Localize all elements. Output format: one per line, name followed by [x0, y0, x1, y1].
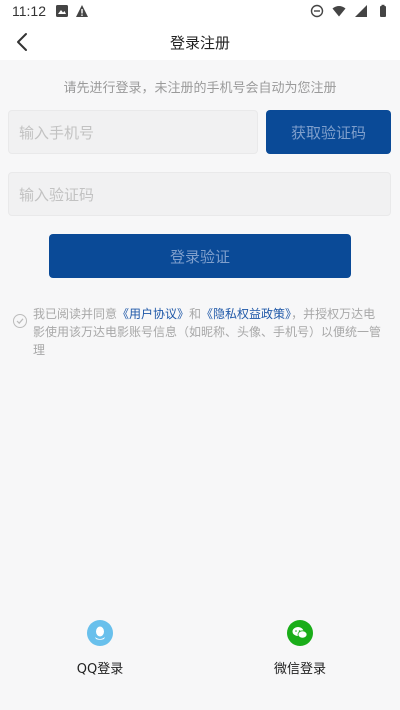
agreement-and: 和	[189, 307, 202, 321]
register-hint: 请先进行登录，未注册的手机号会自动为您注册	[63, 81, 337, 96]
battery-icon	[380, 4, 386, 17]
wifi-icon	[332, 6, 346, 17]
wechat-login-button[interactable]: 微信登录	[250, 620, 350, 677]
user-agreement-link[interactable]: 《用户协议》	[117, 307, 189, 321]
agreement-text: 我已阅读并同意《用户协议》和《隐私权益政策》，并授权万达电影使用该万达电影账号信…	[33, 305, 383, 359]
status-time: 11:12	[12, 3, 46, 19]
status-right-icons	[310, 4, 390, 18]
gallery-icon	[56, 5, 68, 17]
status-bar: 11:12	[0, 0, 400, 24]
agree-checkbox[interactable]	[13, 314, 27, 328]
login-button[interactable]: 登录验证	[49, 234, 351, 278]
login-form-area: 请先进行登录，未注册的手机号会自动为您注册 输入手机号 获取验证码 输入验证码 …	[0, 60, 400, 710]
warning-icon	[76, 5, 88, 17]
page-title: 登录注册	[169, 34, 230, 52]
check-icon	[16, 318, 24, 325]
privacy-policy-link[interactable]: 《隐私权益政策》	[201, 307, 291, 321]
qq-icon	[87, 620, 113, 646]
dnd-icon	[310, 4, 324, 18]
get-code-label: 获取验证码	[290, 123, 366, 142]
qq-login-label: QQ登录	[76, 662, 124, 677]
agreement-prefix: 我已阅读并同意	[33, 307, 118, 321]
agreement: 我已阅读并同意《用户协议》和《隐私权益政策》，并授权万达电影使用该万达电影账号信…	[13, 305, 383, 359]
signal-icon	[355, 5, 367, 17]
code-input-placeholder: 输入验证码	[19, 185, 95, 204]
wechat-icon	[287, 620, 313, 646]
phone-input[interactable]: 输入手机号	[8, 110, 258, 154]
navbar: 登录注册	[0, 24, 400, 60]
qq-login-button[interactable]: QQ登录	[50, 620, 150, 677]
wechat-login-label: 微信登录	[273, 662, 326, 677]
verification-code-input[interactable]: 输入验证码	[8, 172, 391, 216]
status-left-icons	[55, 4, 89, 18]
login-label: 登录验证	[169, 247, 230, 266]
phone-input-placeholder: 输入手机号	[19, 123, 95, 142]
get-code-button[interactable]: 获取验证码	[266, 110, 391, 154]
